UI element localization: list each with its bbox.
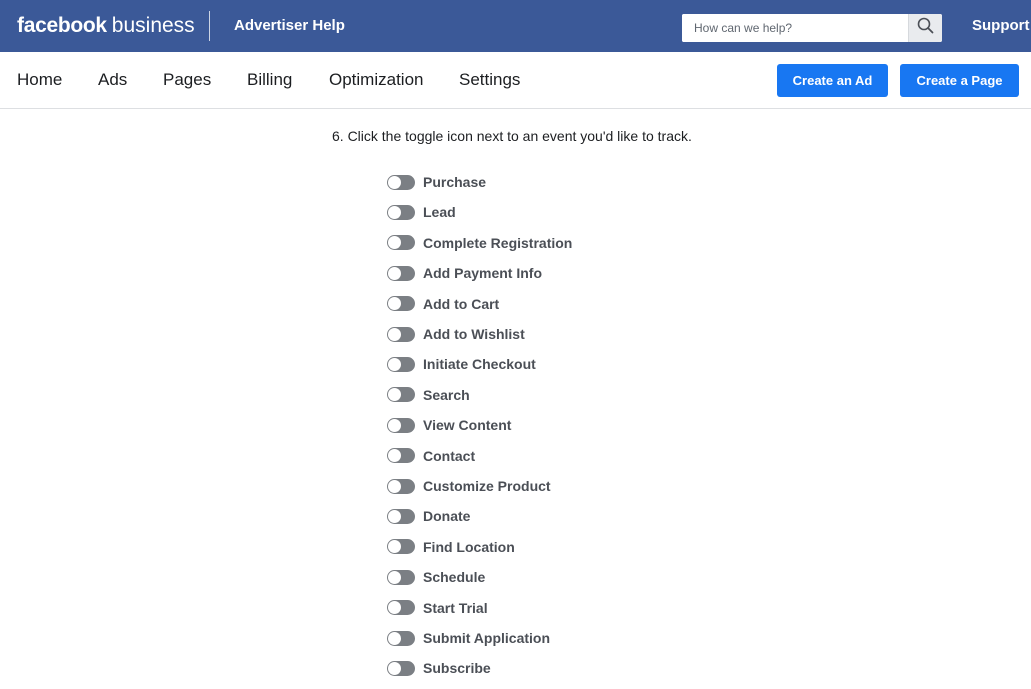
event-label: Schedule xyxy=(423,569,486,586)
toggle-knob xyxy=(388,449,401,463)
toggle-knob xyxy=(388,175,401,189)
toggle-knob xyxy=(388,540,401,554)
header-divider xyxy=(209,11,210,41)
nav-billing[interactable]: Billing xyxy=(247,70,292,90)
step-instruction: 6. Click the toggle icon next to an even… xyxy=(332,128,692,144)
toggle-switch[interactable] xyxy=(387,448,415,464)
event-row-donate: Donate xyxy=(387,505,687,527)
event-label: Contact xyxy=(423,447,476,464)
search-icon xyxy=(917,17,934,39)
facebook-business-logo[interactable]: facebook business xyxy=(17,12,195,40)
toggle-switch[interactable] xyxy=(387,660,415,676)
event-row-add-payment-info: Add Payment Info xyxy=(387,262,687,284)
toggle-switch[interactable] xyxy=(387,174,415,190)
event-label: View Content xyxy=(423,417,512,434)
support-link[interactable]: Support xyxy=(972,16,1030,36)
advertiser-help-link[interactable]: Advertiser Help xyxy=(234,16,345,36)
event-row-search: Search xyxy=(387,384,687,406)
toggle-switch[interactable] xyxy=(387,265,415,281)
main-nav-bar: Home Ads Pages Billing Optimization Sett… xyxy=(0,52,1031,109)
nav-home[interactable]: Home xyxy=(17,70,62,90)
event-row-lead: Lead xyxy=(387,201,687,223)
search-button[interactable] xyxy=(908,14,942,42)
brand-suffix: business xyxy=(111,14,195,37)
toggle-switch[interactable] xyxy=(387,387,415,403)
event-label: Customize Product xyxy=(423,478,551,494)
toggle-knob xyxy=(388,266,401,280)
toggle-knob xyxy=(388,297,401,311)
event-label: Submit Application xyxy=(423,630,551,646)
event-row-customize-product: Customize Product xyxy=(387,475,687,497)
toggle-knob xyxy=(388,236,401,250)
top-header-bar: facebookbusiness Advertiser Help Support xyxy=(0,0,1031,52)
event-label: Add Payment Info xyxy=(423,265,543,282)
toggle-knob xyxy=(388,601,401,615)
event-row-complete-registration: Complete Registration xyxy=(387,232,687,254)
toggle-knob xyxy=(388,631,401,645)
nav-optimization[interactable]: Optimization xyxy=(329,70,423,90)
nav-settings[interactable]: Settings xyxy=(459,70,520,90)
toggle-switch[interactable] xyxy=(387,539,415,555)
event-row-initiate-checkout: Initiate Checkout xyxy=(387,353,687,375)
event-row-add-to-wishlist: Add to Wishlist xyxy=(387,323,687,345)
event-label: Subscribe xyxy=(423,660,491,677)
event-label: Donate xyxy=(423,508,471,525)
toggle-switch[interactable] xyxy=(387,600,415,616)
event-label: Initiate Checkout xyxy=(423,356,536,373)
event-row-subscribe: Subscribe xyxy=(387,657,687,679)
toggle-knob xyxy=(388,661,401,675)
event-row-submit-application: Submit Application xyxy=(387,627,687,649)
toggle-switch[interactable] xyxy=(387,356,415,372)
event-label: Find Location xyxy=(423,538,515,555)
nav-pages[interactable]: Pages xyxy=(163,70,211,90)
event-row-add-to-cart: Add to Cart xyxy=(387,293,687,315)
toggle-switch[interactable] xyxy=(387,235,415,251)
toggle-switch[interactable] xyxy=(387,508,415,524)
toggle-knob xyxy=(388,327,401,341)
event-label: Add to Wishlist xyxy=(423,326,525,342)
event-label: Lead xyxy=(423,204,456,221)
create-ad-button[interactable]: Create an Ad xyxy=(777,64,888,97)
nav-ads[interactable]: Ads xyxy=(98,70,127,90)
toggle-switch[interactable] xyxy=(387,630,415,646)
create-page-button[interactable]: Create a Page xyxy=(900,64,1019,97)
search-input[interactable] xyxy=(682,14,908,42)
event-label: Search xyxy=(423,386,470,403)
toggle-knob xyxy=(388,388,401,402)
event-row-contact: Contact xyxy=(387,445,687,467)
event-label: Add to Cart xyxy=(423,295,500,312)
event-row-schedule: Schedule xyxy=(387,566,687,588)
event-row-view-content: View Content xyxy=(387,414,687,436)
toggle-switch[interactable] xyxy=(387,204,415,220)
toggle-switch[interactable] xyxy=(387,326,415,342)
help-search-box xyxy=(682,14,942,42)
event-row-find-location: Find Location xyxy=(387,536,687,558)
toggle-switch[interactable] xyxy=(387,569,415,585)
toggle-knob xyxy=(388,479,401,493)
toggle-knob xyxy=(388,418,401,432)
toggle-switch[interactable] xyxy=(387,478,415,494)
toggle-switch[interactable] xyxy=(387,296,415,312)
toggle-knob xyxy=(388,205,401,219)
toggle-knob xyxy=(388,357,401,371)
toggle-knob xyxy=(388,509,401,523)
toggle-switch[interactable] xyxy=(387,417,415,433)
event-label: Start Trial xyxy=(423,599,488,616)
event-row-start-trial: Start Trial xyxy=(387,597,687,619)
event-row-purchase: Purchase xyxy=(387,171,687,193)
event-label: Complete Registration xyxy=(423,234,573,251)
event-label: Purchase xyxy=(423,174,487,190)
brand-name: facebook xyxy=(17,14,107,37)
toggle-knob xyxy=(388,570,401,584)
